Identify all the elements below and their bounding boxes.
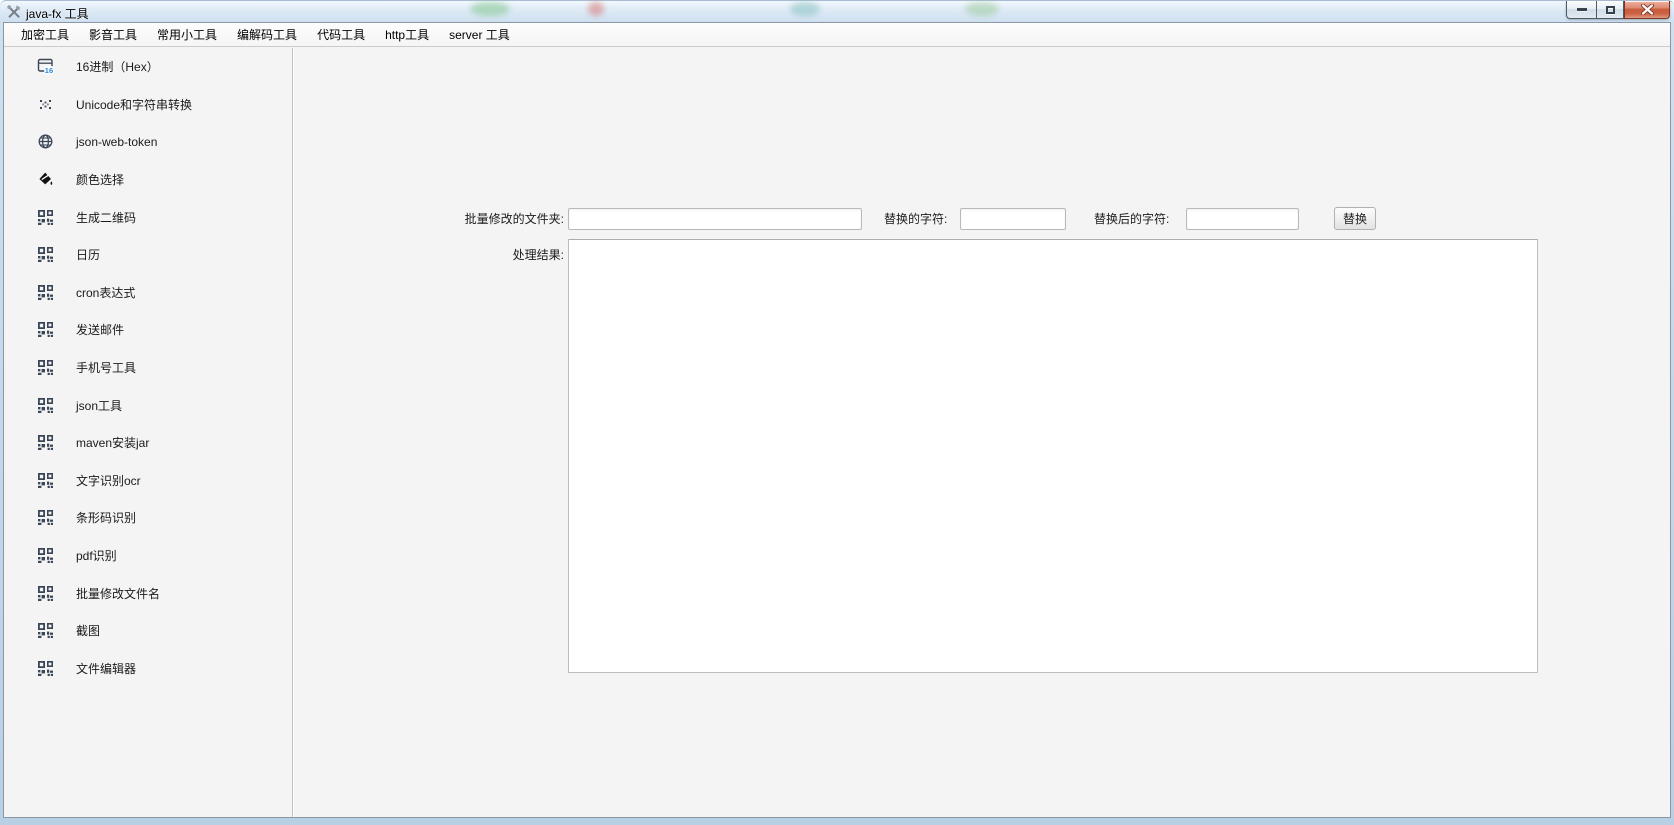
sidebar-item-10[interactable]: json工具 [4,386,292,424]
qrcode-icon [37,509,54,526]
glass-reflection [588,2,604,16]
sidebar-item-6[interactable]: 日历 [4,236,292,274]
sidebar-item-label: json-web-token [76,135,157,149]
window-title: java-fx 工具 [26,5,89,22]
search-chars-input[interactable] [960,208,1066,230]
sidebar-item-2[interactable]: Unicode和字符串转换 [4,86,292,124]
menu-item-4[interactable]: 编解码工具 [227,23,307,46]
sidebar-item-1[interactable]: 16 16进制（Hex） [4,48,292,86]
sidebar-item-11[interactable]: maven安装jar [4,424,292,462]
qrcode-icon [37,622,54,639]
qrcode-icon [37,660,54,677]
sidebar-item-label: 文字识别ocr [76,472,141,489]
globe-icon [37,133,54,150]
sidebar-item-label: 生成二维码 [76,209,136,226]
sidebar-item-8[interactable]: 发送邮件 [4,311,292,349]
sidebar-item-label: Unicode和字符串转换 [76,96,192,113]
close-button[interactable] [1624,1,1670,19]
menubar: 加密工具影音工具常用小工具编解码工具代码工具http工具server 工具 [4,23,1670,47]
sidebar-item-3[interactable]: json-web-token [4,123,292,161]
app-tools-icon [6,4,22,20]
sidebar-item-13[interactable]: 条形码识别 [4,499,292,537]
menu-item-1[interactable]: 加密工具 [11,23,79,46]
menu-item-2[interactable]: 影音工具 [79,23,147,46]
qrcode-icon [37,397,54,414]
sidebar-item-4[interactable]: 颜色选择 [4,161,292,199]
color-picker-icon [37,171,54,188]
client-area: 加密工具影音工具常用小工具编解码工具代码工具http工具server 工具 16… [3,22,1671,818]
glass-reflection [790,2,820,16]
qrcode-icon [37,246,54,263]
hex-icon: 16 [37,58,54,75]
sidebar-item-label: 截图 [76,622,100,639]
sidebar-item-label: pdf识别 [76,547,117,564]
search-chars-label: 替换的字符: [884,208,947,230]
content-area: 16 16进制（Hex） Unicode和字符串转换 json-web-toke… [4,48,1670,817]
svg-text:16: 16 [45,66,53,75]
sidebar-item-label: 颜色选择 [76,171,124,188]
qrcode-icon [37,321,54,338]
menu-item-5[interactable]: 代码工具 [307,23,375,46]
menu-item-7[interactable]: server 工具 [439,23,520,46]
sidebar-item-14[interactable]: pdf识别 [4,537,292,575]
glass-reflection [470,2,510,16]
sidebar-item-16[interactable]: 截图 [4,612,292,650]
sidebar-item-label: 条形码识别 [76,509,136,526]
replace-button[interactable]: 替换 [1334,207,1376,230]
result-textarea[interactable] [568,239,1538,673]
folder-label: 批量修改的文件夹: [295,208,564,230]
menu-item-6[interactable]: http工具 [375,23,439,46]
qrcode-icon [37,359,54,376]
sidebar-item-5[interactable]: 生成二维码 [4,198,292,236]
maximize-button[interactable] [1596,1,1624,19]
qrcode-icon [37,585,54,602]
maximize-icon [1606,6,1615,14]
sidebar-item-label: 手机号工具 [76,359,136,376]
sidebar-item-label: 日历 [76,246,100,263]
minimize-icon [1577,8,1587,11]
window-controls [1566,1,1670,19]
sidebar-item-label: maven安装jar [76,434,149,451]
qrcode-icon [37,284,54,301]
glass-reflection [965,2,999,16]
qrcode-icon [37,434,54,451]
sidebar-item-label: 文件编辑器 [76,660,136,677]
sidebar-item-label: 16进制（Hex） [76,58,159,75]
result-label: 处理结果: [295,244,564,266]
qrcode-icon [37,547,54,564]
sidebar-item-17[interactable]: 文件编辑器 [4,650,292,688]
qrcode-icon [37,472,54,489]
sidebar-item-12[interactable]: 文字识别ocr [4,462,292,500]
app-window: java-fx 工具 加密工具影音工具常用小工具编解码工具代码工具http工具s… [0,0,1674,825]
unicode-icon [37,96,54,113]
sidebar-item-label: 批量修改文件名 [76,585,160,602]
titlebar[interactable]: java-fx 工具 [0,0,1674,22]
sidebar-item-7[interactable]: cron表达式 [4,274,292,312]
sidebar-item-15[interactable]: 批量修改文件名 [4,574,292,612]
qrcode-icon [37,209,54,226]
sidebar-tool-list: 16 16进制（Hex） Unicode和字符串转换 json-web-toke… [4,48,292,817]
close-icon [1641,4,1654,15]
minimize-button[interactable] [1566,1,1596,19]
sidebar-item-label: json工具 [76,397,122,414]
sidebar-item-label: cron表达式 [76,284,135,301]
sidebar-item-9[interactable]: 手机号工具 [4,349,292,387]
replace-chars-input[interactable] [1186,208,1299,230]
menu-item-3[interactable]: 常用小工具 [147,23,227,46]
sidebar-item-label: 发送邮件 [76,321,124,338]
replace-chars-label: 替换后的字符: [1094,208,1169,230]
folder-input[interactable] [568,208,862,230]
batch-rename-panel: 批量修改的文件夹: 替换的字符: 替换后的字符: 替换 处理结果: [295,48,1670,817]
